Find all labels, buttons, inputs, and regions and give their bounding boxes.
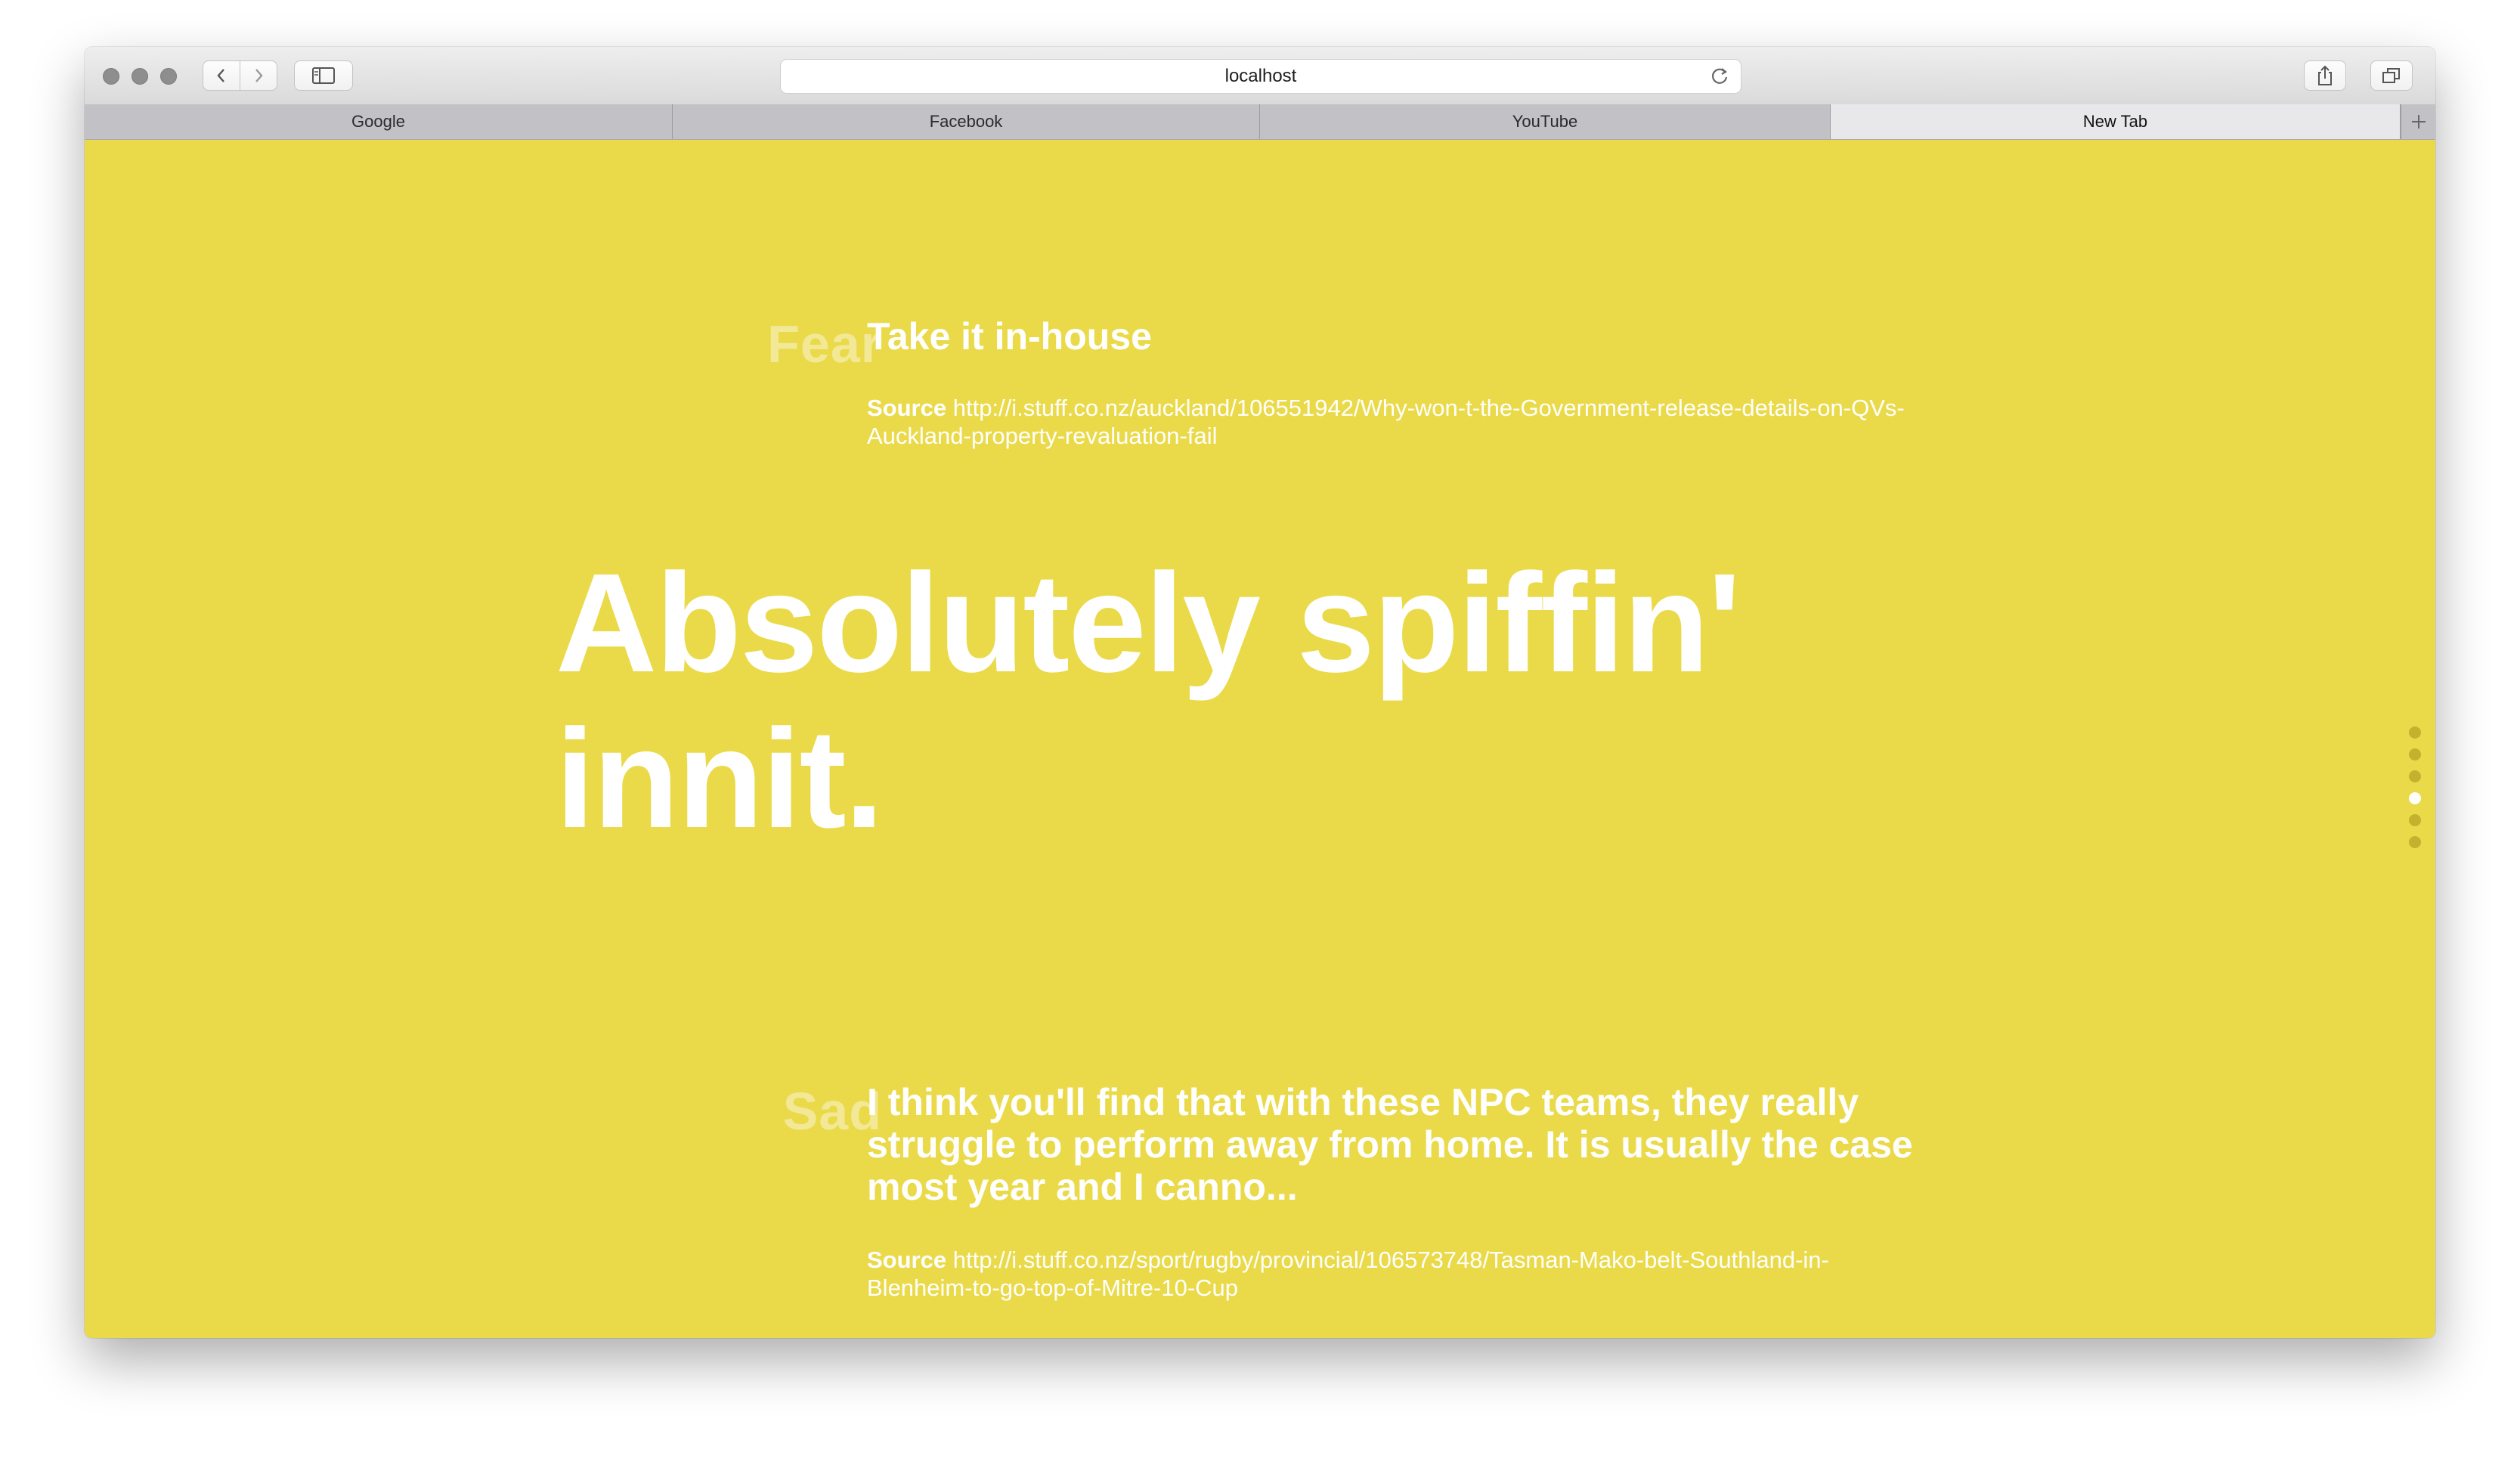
source-label: Source <box>867 395 947 421</box>
tab-label: YouTube <box>1512 112 1578 131</box>
hero-text: Absolutely spiffin' innit. <box>556 546 2067 857</box>
close-window-button[interactable] <box>103 68 119 85</box>
tab-youtube[interactable]: YouTube <box>1260 104 1831 139</box>
chevron-left-icon <box>217 69 224 82</box>
tab-label: Google <box>351 112 405 131</box>
share-button[interactable] <box>2304 60 2346 91</box>
source-label: Source <box>867 1247 947 1273</box>
pager-dot[interactable] <box>2409 814 2421 826</box>
pager-dot[interactable] <box>2409 726 2421 739</box>
source-link[interactable]: http://i.stuff.co.nz/sport/rugby/provinc… <box>867 1247 1829 1301</box>
chevron-right-icon <box>255 69 263 82</box>
reload-icon[interactable] <box>1709 66 1730 87</box>
hero-line: Absolutely spiffin' <box>556 545 1741 702</box>
browser-toolbar: localhost <box>85 47 2435 105</box>
address-bar[interactable]: localhost <box>780 59 1741 94</box>
address-text: localhost <box>1224 66 1297 86</box>
tab-label: New Tab <box>2082 112 2148 131</box>
emotion-label-sad: Sad <box>782 1082 882 1141</box>
section-pager <box>2409 726 2421 858</box>
minimize-window-button[interactable] <box>132 68 148 85</box>
tab-overview-button[interactable] <box>2370 60 2413 91</box>
pager-dot[interactable] <box>2409 748 2421 760</box>
pager-dot[interactable] <box>2409 836 2421 848</box>
tab-bar: Google Facebook YouTube New Tab <box>85 104 2435 140</box>
forward-button[interactable] <box>240 60 277 91</box>
pager-dot[interactable] <box>2409 792 2421 804</box>
item-source: Source http://i.stuff.co.nz/sport/rugby/… <box>867 1246 1925 1302</box>
item-headline: Take it in-house <box>867 315 1152 358</box>
plus-icon <box>2411 115 2426 129</box>
back-button[interactable] <box>203 60 240 91</box>
zoom-window-button[interactable] <box>160 68 177 85</box>
tab-new-tab[interactable]: New Tab <box>1831 104 2401 139</box>
item-headline: I think you'll find that with these NPC … <box>867 1081 1913 1208</box>
page-content: Fear Take it in-house Source http://i.st… <box>85 140 2435 1338</box>
new-tab-button[interactable] <box>2401 104 2435 139</box>
share-icon <box>2318 65 2332 85</box>
tabs-icon <box>2382 68 2400 83</box>
tab-google[interactable]: Google <box>85 104 673 139</box>
emotion-label-fear: Fear <box>767 314 882 373</box>
sidebar-toggle-button[interactable] <box>294 60 353 91</box>
item-source: Source http://i.stuff.co.nz/auckland/106… <box>867 394 1925 450</box>
browser-window: localhost Google Facebook YouTube New Ta… <box>85 47 2435 1338</box>
tab-label: Facebook <box>929 112 1003 131</box>
tab-facebook[interactable]: Facebook <box>673 104 1260 139</box>
sidebar-icon <box>312 67 335 84</box>
hero-line: innit. <box>556 701 884 857</box>
pager-dot[interactable] <box>2409 770 2421 782</box>
source-link[interactable]: http://i.stuff.co.nz/auckland/106551942/… <box>867 395 1905 449</box>
